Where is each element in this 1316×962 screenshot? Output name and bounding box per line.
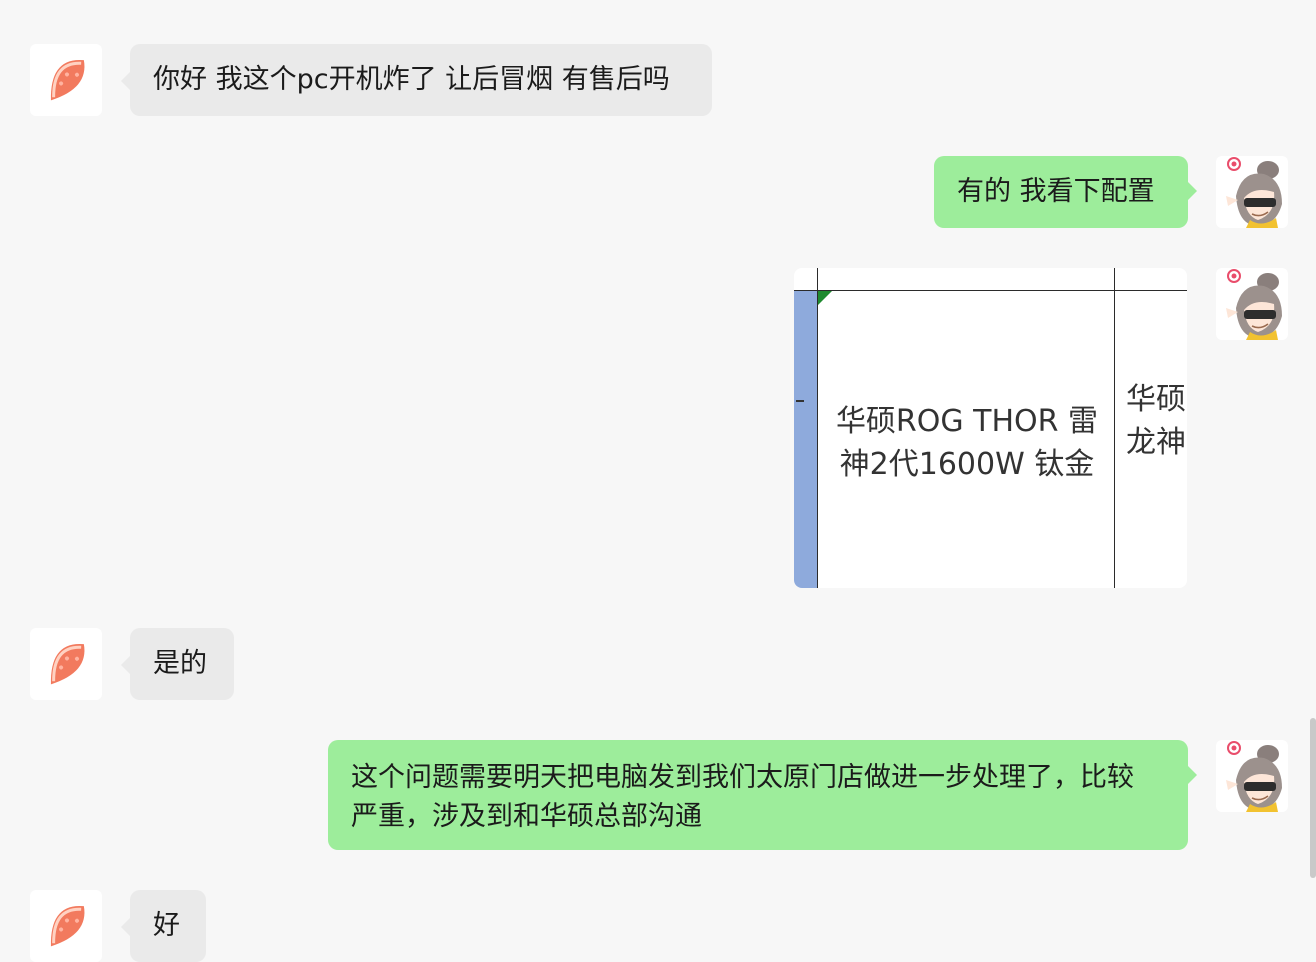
message-text: 这个问题需要明天把电脑发到我们太原门店做进一步处理了，比较 严重，涉及到和华硕总… — [351, 762, 1134, 832]
spreadsheet-gridline — [817, 268, 818, 588]
image-message-spreadsheet[interactable]: 华硕ROG THOR 雷 神2代1600W 钛金 华硕 龙神 — [794, 268, 1187, 588]
message-bubble-incoming[interactable]: 你好 我这个pc开机炸了 让后冒烟 有售后吗 — [121, 44, 712, 116]
anime-girl-avatar-icon[interactable] — [1216, 740, 1288, 812]
spreadsheet-column-band — [794, 291, 817, 588]
grapefruit-avatar-icon[interactable] — [30, 890, 102, 962]
spreadsheet-cell-text: 华硕ROG THOR 雷 神2代1600W 钛金 — [835, 404, 1099, 482]
chat-transcript: 你好 我这个pc开机炸了 让后冒烟 有售后吗 有的 我看下配置 华硕ROG TH… — [0, 0, 1316, 962]
spreadsheet-gridline — [794, 290, 1187, 291]
spreadsheet-cell-text: 华硕 龙神 — [1126, 382, 1186, 460]
message-bubble-incoming[interactable]: 好 — [121, 890, 206, 962]
message-bubble-incoming[interactable]: 是的 — [121, 628, 234, 700]
spreadsheet-gridline — [1114, 268, 1115, 588]
message-bubble-outgoing[interactable]: 这个问题需要明天把电脑发到我们太原门店做进一步处理了，比较 严重，涉及到和华硕总… — [328, 740, 1197, 850]
scrollbar-thumb[interactable] — [1310, 718, 1316, 878]
grapefruit-avatar-icon[interactable] — [30, 628, 102, 700]
anime-girl-avatar-icon[interactable] — [1216, 268, 1288, 340]
message-bubble-outgoing[interactable]: 有的 我看下配置 — [934, 156, 1197, 228]
message-text: 好 — [153, 910, 180, 941]
cell-comment-marker — [818, 291, 832, 305]
grapefruit-avatar-icon[interactable] — [30, 44, 102, 116]
message-text: 有的 我看下配置 — [957, 176, 1155, 207]
message-text: 你好 我这个pc开机炸了 让后冒烟 有售后吗 — [153, 64, 670, 95]
dash-mark — [796, 400, 804, 402]
anime-girl-avatar-icon[interactable] — [1216, 156, 1288, 228]
message-text: 是的 — [153, 648, 207, 679]
